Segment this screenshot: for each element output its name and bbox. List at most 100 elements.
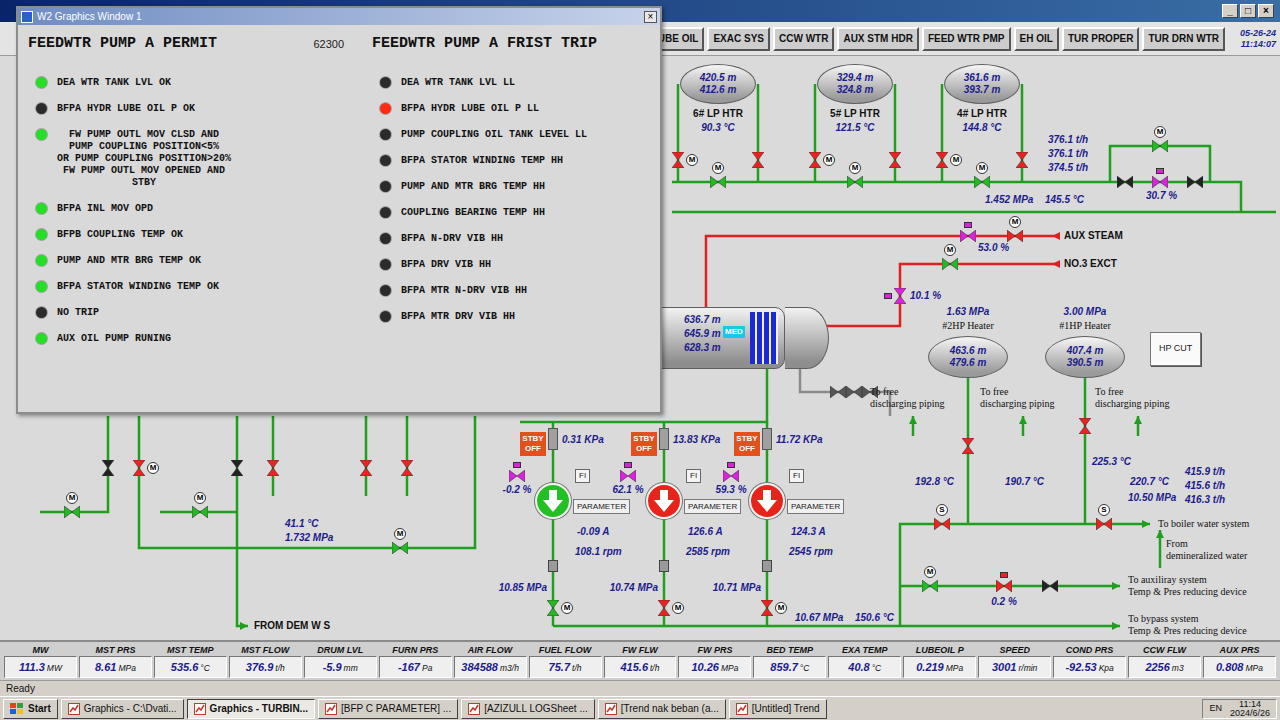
status-label: MST TEMP — [167, 644, 214, 656]
valve-icon[interactable] — [267, 460, 279, 476]
menu-tab[interactable]: CCW WTR — [773, 27, 834, 51]
status-number: 40.8 — [848, 661, 869, 673]
valve-icon[interactable] — [509, 470, 525, 482]
valve-icon[interactable] — [658, 600, 670, 616]
flow-arrow-icon — [1142, 520, 1150, 528]
valve-icon[interactable] — [401, 460, 413, 476]
trip-label: BFPA DRV VIB HH — [401, 259, 491, 271]
down-arrow-icon — [542, 489, 564, 513]
valve-icon[interactable] — [672, 152, 684, 168]
valve-icon[interactable] — [1007, 230, 1023, 242]
valve-icon[interactable] — [922, 580, 938, 592]
trip-label: BFPA MTR N-DRV VIB HH — [401, 285, 527, 297]
valve-icon[interactable] — [1042, 580, 1058, 592]
valve-icon[interactable] — [962, 438, 974, 454]
standby-button[interactable]: STBYOFF — [631, 432, 657, 456]
valve-icon[interactable] — [1096, 518, 1112, 530]
valve-icon[interactable] — [1187, 176, 1203, 188]
pump-icon[interactable] — [646, 483, 682, 519]
menu-tab[interactable]: AUX STM HDR — [837, 27, 918, 51]
parameter-button[interactable]: PARAMETER — [684, 499, 741, 514]
clock-time: 11:14:07 — [1228, 39, 1276, 50]
valve-icon[interactable] — [133, 460, 145, 476]
valve-icon[interactable] — [392, 542, 408, 554]
valve-icon[interactable] — [547, 600, 559, 616]
valve-icon[interactable] — [1117, 176, 1133, 188]
standby-button[interactable]: STBYOFF — [734, 432, 760, 456]
valve-icon[interactable] — [846, 386, 862, 398]
fi-button[interactable]: FI — [575, 469, 590, 483]
menu-tab[interactable]: TUR DRN WTR — [1142, 27, 1225, 51]
inlet-pressure: 0.31 KPa — [562, 434, 604, 446]
heater-label: 5# LP HTR — [830, 108, 880, 120]
maximize-button[interactable]: □ — [1240, 4, 1256, 18]
close-button[interactable]: × — [644, 11, 657, 23]
valve-icon[interactable] — [847, 176, 863, 188]
status-label: FURN PRS — [392, 644, 438, 656]
valve-icon[interactable] — [996, 580, 1012, 592]
status-unit: °C — [872, 663, 882, 673]
status-number: 75.7 — [549, 661, 570, 673]
valve-icon[interactable] — [934, 518, 950, 530]
valve-icon[interactable] — [192, 506, 208, 518]
permit-line: BFPA STATOR WINDING TEMP OK — [57, 281, 219, 293]
valve-icon[interactable] — [960, 230, 976, 242]
valve-icon[interactable] — [102, 460, 114, 476]
valve-icon[interactable] — [64, 506, 80, 518]
valve-icon[interactable] — [761, 600, 773, 616]
hydraulic-coupling-icon — [548, 560, 558, 572]
permit-text: BFPA INL MOV OPD — [57, 203, 153, 215]
valve-icon[interactable] — [1016, 152, 1028, 168]
parameter-button[interactable]: PARAMETER — [787, 499, 844, 514]
valve-icon[interactable] — [809, 152, 821, 168]
taskbar-item[interactable]: Graphics - C:\Dvati... — [61, 699, 184, 719]
taskbar-item[interactable]: Graphics - TURBIN... — [187, 699, 315, 719]
temperature-reading: 145.5 °C — [1045, 194, 1084, 206]
strainer-icon — [762, 428, 772, 450]
hp-heater-tank: 407.4 m390.5 m — [1045, 336, 1125, 378]
pump-speed: 2585 rpm — [686, 546, 730, 558]
valve-icon[interactable] — [1079, 418, 1091, 434]
status-label: MST PRS — [95, 644, 135, 656]
valve-icon[interactable] — [936, 152, 948, 168]
menu-tab[interactable]: EH OIL — [1014, 27, 1059, 51]
taskbar-item[interactable]: [BFP C PARAMETER] ... — [318, 699, 458, 719]
pump-icon[interactable] — [749, 483, 785, 519]
valve-icon[interactable] — [1152, 176, 1168, 188]
fi-button[interactable]: FI — [789, 469, 804, 483]
taskbar-item[interactable]: [Trend nak beban (a... — [598, 699, 726, 719]
destination-label: Temp & Pres reducing device — [1128, 586, 1247, 598]
valve-icon[interactable] — [830, 386, 846, 398]
valve-icon[interactable] — [710, 176, 726, 188]
taskbar-item[interactable]: [Untitled] Trend — [729, 699, 827, 719]
status-value: 40.8°C — [828, 656, 901, 678]
valve-icon[interactable] — [360, 460, 372, 476]
pump-icon[interactable] — [535, 483, 571, 519]
fi-button[interactable]: FI — [686, 469, 701, 483]
valve-icon[interactable] — [942, 258, 958, 270]
permit-text: BFPA STATOR WINDING TEMP OK — [57, 281, 219, 293]
minimize-button[interactable]: _ — [1222, 4, 1238, 18]
valve-icon[interactable] — [1152, 140, 1168, 152]
valve-icon[interactable] — [974, 176, 990, 188]
app-icon — [68, 703, 80, 715]
menu-tab[interactable]: EXAC SYS — [707, 27, 770, 51]
start-button[interactable]: Start — [3, 699, 58, 719]
valve-icon[interactable] — [620, 470, 636, 482]
menu-tab[interactable]: TUR PROPER — [1062, 27, 1140, 51]
status-number: 859.7 — [770, 661, 798, 673]
valve-icon[interactable] — [889, 152, 901, 168]
valve-icon[interactable] — [231, 460, 243, 476]
taskbar-item[interactable]: [AZIZULL LOGSheet ... — [461, 699, 595, 719]
permit-item: DEA WTR TANK LVL OK — [28, 70, 368, 96]
clock: 05-26-2411:14:07 — [1228, 28, 1276, 50]
valve-icon[interactable] — [752, 152, 764, 168]
valve-icon[interactable] — [723, 470, 739, 482]
standby-button[interactable]: STBYOFF — [520, 432, 546, 456]
close-button[interactable]: × — [1258, 4, 1274, 18]
parameter-button[interactable]: PARAMETER — [573, 499, 630, 514]
valve-icon[interactable] — [894, 288, 906, 304]
language-indicator[interactable]: EN — [1209, 702, 1222, 716]
menu-tab[interactable]: FEED WTR PMP — [922, 27, 1011, 51]
hp-cut-button[interactable]: HP CUT — [1150, 332, 1201, 366]
